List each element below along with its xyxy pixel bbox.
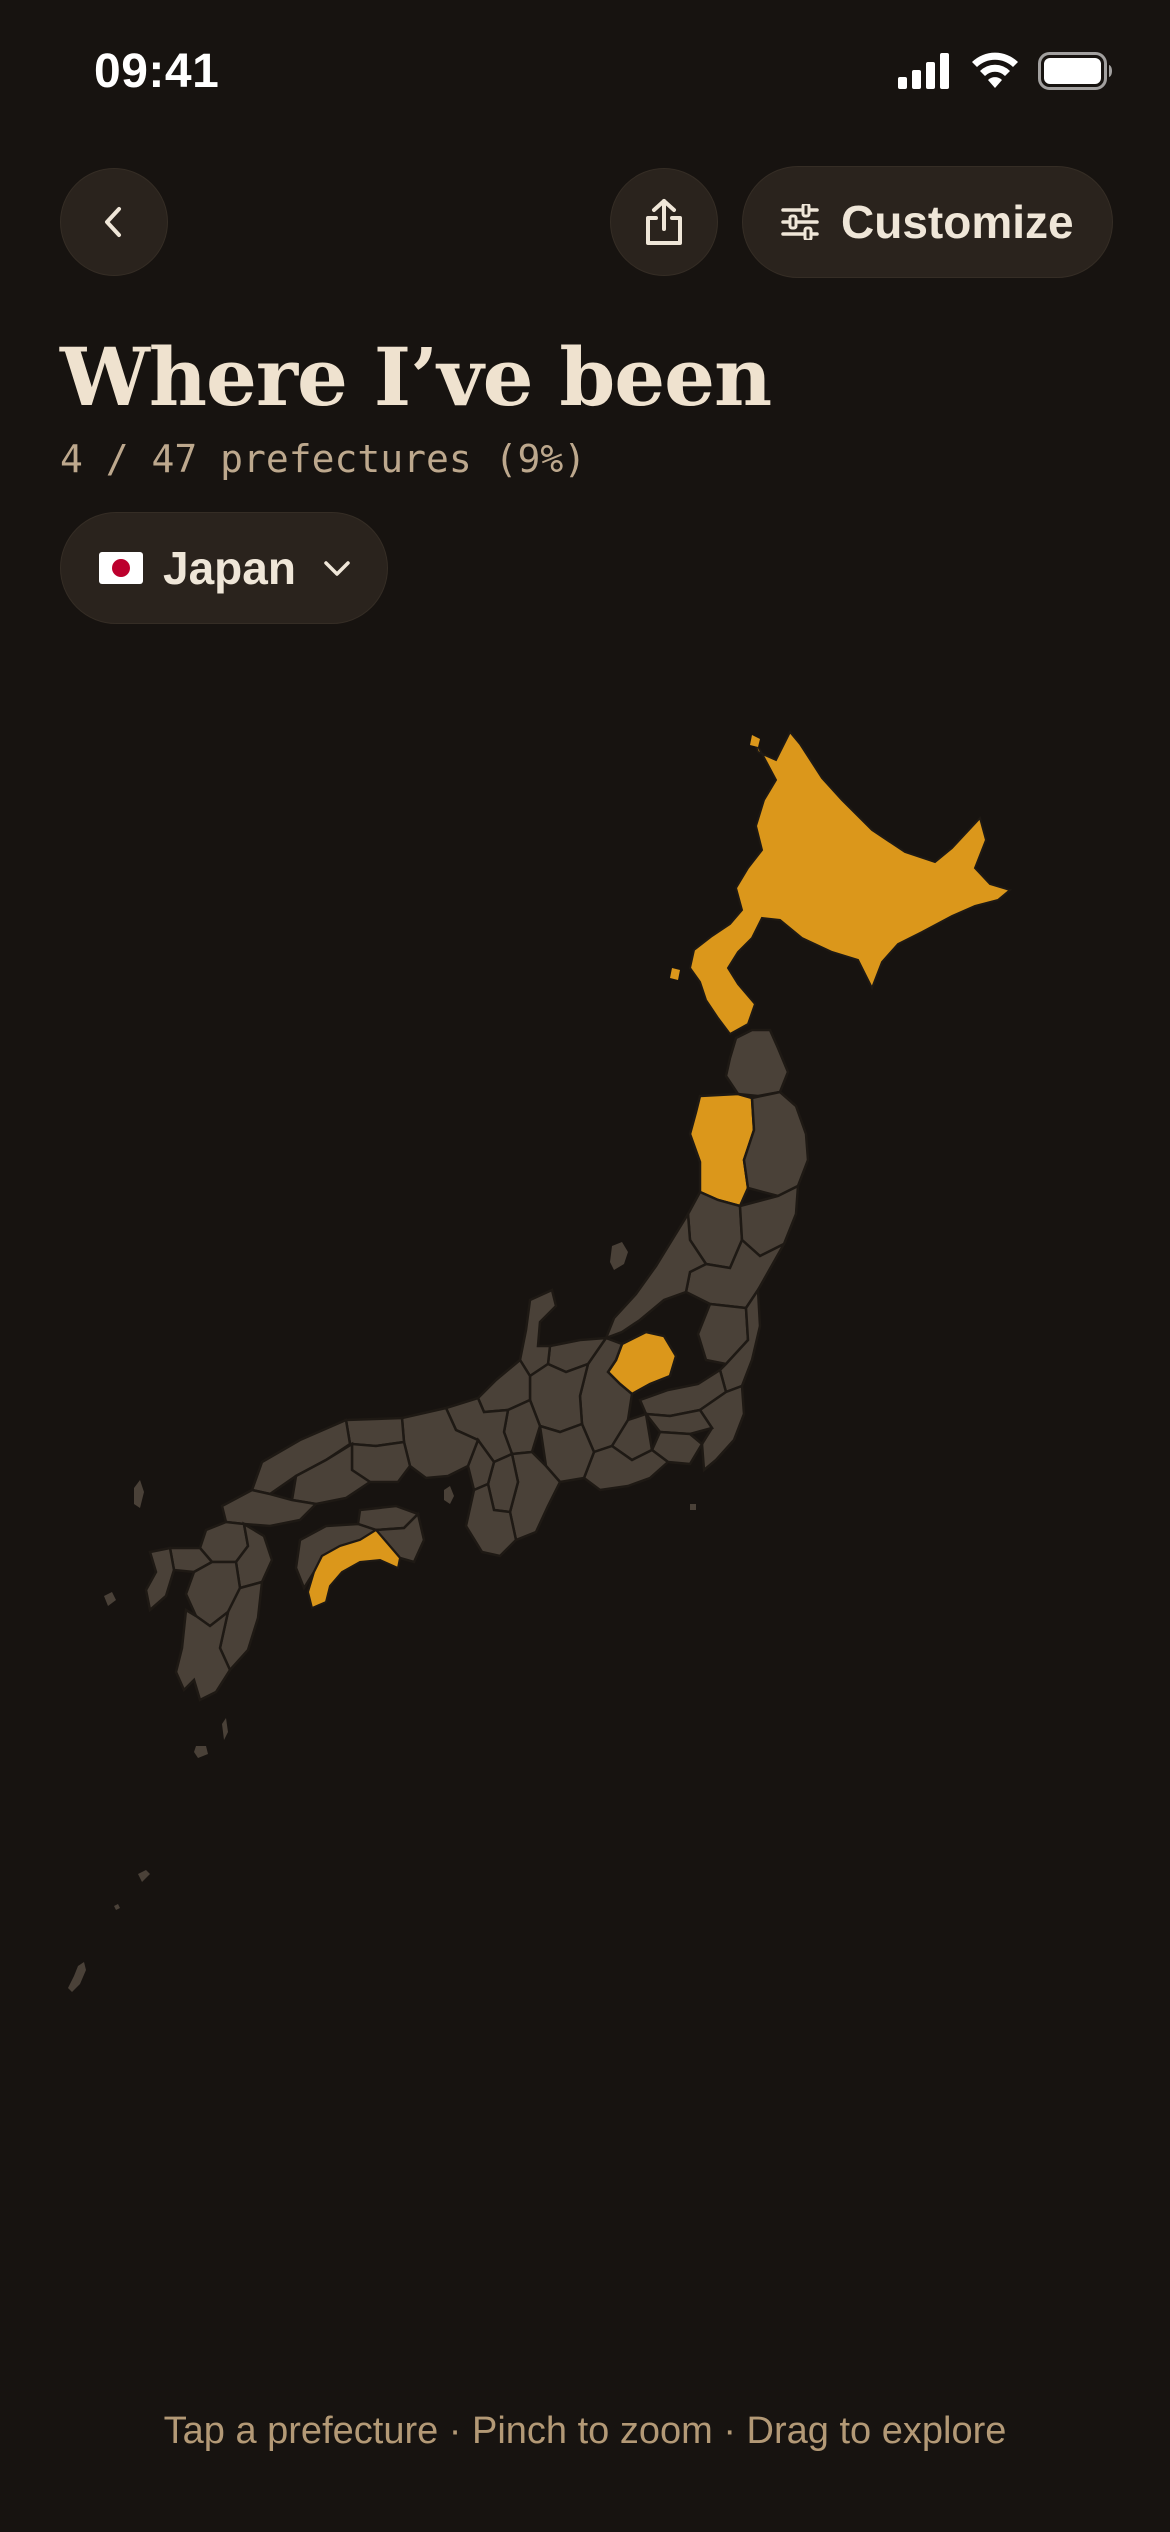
sliders-icon [781,204,819,240]
island-tanegashima [222,1718,228,1740]
wifi-icon [972,52,1018,88]
progress-summary: 4 / 47 prefectures (9%) [60,437,587,481]
share-icon [646,199,682,245]
prefecture-tokyo[interactable] [643,1408,715,1436]
island-sado [610,1242,628,1270]
island-okushiri [670,968,680,980]
status-time: 09:41 [94,45,220,98]
prefecture-aomori[interactable] [724,1028,790,1098]
prefecture-nagasaki[interactable] [144,1546,176,1613]
chevron-left-icon [105,207,121,237]
island-yakushima [194,1746,208,1758]
island-goto [104,1592,116,1606]
japan-map[interactable] [0,700,1170,2040]
prefecture-hokkaido[interactable] [688,730,1013,1036]
prefecture-iwate[interactable] [742,1090,810,1198]
back-button[interactable] [60,168,168,276]
island-okinawa [68,1962,86,1992]
island-tokunoshima [114,1904,120,1910]
prefecture-kagoshima[interactable] [174,1607,232,1702]
country-selector[interactable]: Japan [60,512,388,624]
battery-icon [1038,52,1112,90]
status-bar: 09:41 [0,0,1170,150]
island-oshima [690,1504,696,1510]
customize-button[interactable]: Customize [742,166,1113,278]
cellular-signal-icon [898,53,949,89]
island-awaji [444,1486,454,1504]
japan-flag-icon [99,552,143,584]
share-button[interactable] [610,168,718,276]
prefecture-tottori[interactable] [344,1416,406,1448]
customize-label: Customize [841,196,1074,248]
gesture-hint: Tap a prefecture · Pinch to zoom · Drag … [163,2410,1007,2452]
status-icons [898,52,1114,90]
country-name: Japan [163,542,296,594]
prefecture-akita[interactable] [688,1092,756,1208]
page-title: Where I’ve been [60,330,772,424]
chevron-down-icon [324,561,350,576]
island-tsushima [134,1480,144,1508]
island-amami [138,1870,150,1882]
